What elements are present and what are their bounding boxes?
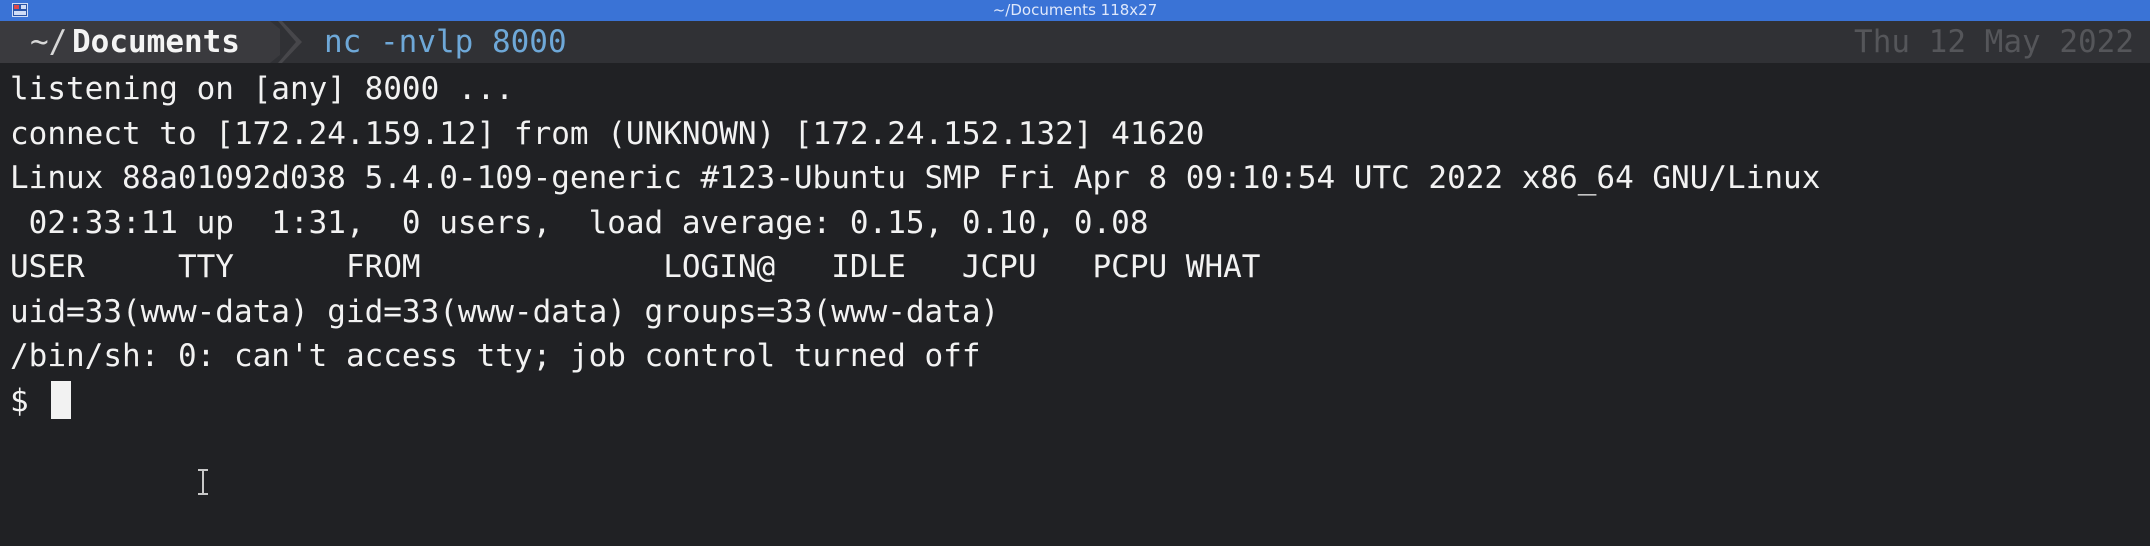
prompt-line: ~/ Documents nc -nvlp 8000 Thu 12 May 20… [0,21,2150,63]
output-line: USER TTY FROM LOGIN@ IDLE JCPU PCPU WHAT [10,249,1261,285]
prompt-home-path: ~/ [30,24,68,60]
shell-prompt: $ [10,382,48,419]
prompt-date: Thu 12 May 2022 [1854,24,2134,60]
terminal-window: ~/Documents 118x27 ~/ Documents nc -nvlp… [0,0,2150,546]
text-cursor-ibeam-icon [198,469,208,495]
text-cursor [51,381,72,419]
output-line: 02:33:11 up 1:31, 0 users, load average:… [10,204,1149,241]
entered-command: nc -nvlp 8000 [324,24,567,60]
prompt-separator-chevron-icon [278,21,302,63]
output-line: /bin/sh: 0: can't access tty; job contro… [10,338,981,374]
output-line: listening on [any] 8000 ... [10,71,514,107]
window-title: ~/Documents 118x27 [992,1,1158,19]
output-line: connect to [172.24.159.12] from (UNKNOWN… [10,115,1205,152]
prompt-directory-name: Documents [72,24,240,60]
terminal-output: listening on [any] 8000 ... connect to [… [10,67,1820,423]
prompt-directory-segment: ~/ Documents [0,21,280,63]
terminal-area[interactable]: ~/ Documents nc -nvlp 8000 Thu 12 May 20… [0,21,2150,546]
title-bar[interactable]: ~/Documents 118x27 [0,0,2150,21]
shell-prompt-line[interactable]: $ [10,379,1820,424]
output-line: uid=33(www-data) gid=33(www-data) groups… [10,293,1000,330]
output-line: Linux 88a01092d038 5.4.0-109-generic #12… [10,160,1821,196]
